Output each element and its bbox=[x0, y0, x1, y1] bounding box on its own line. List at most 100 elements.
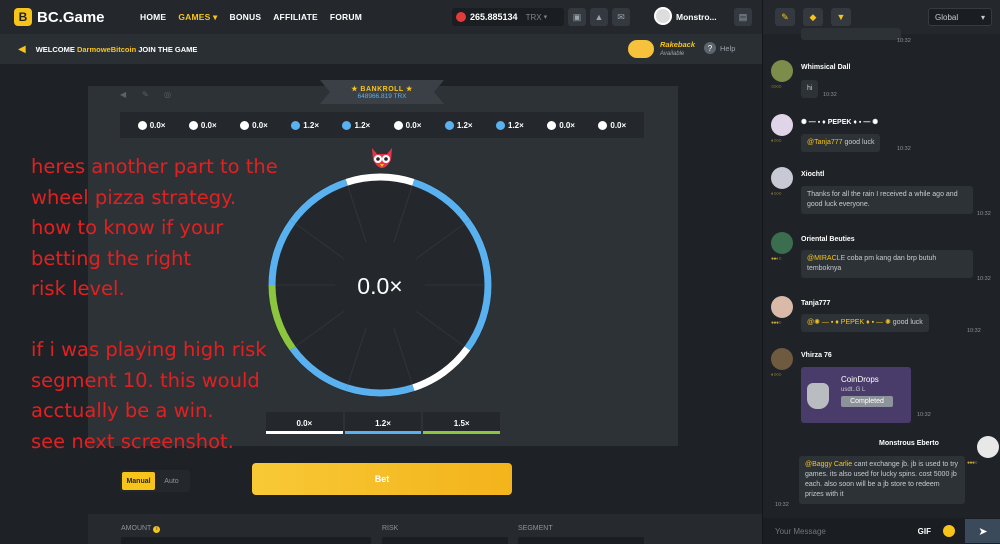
mode-manual-tab[interactable]: Manual bbox=[122, 472, 155, 490]
logo-icon: B bbox=[14, 8, 32, 26]
avatar[interactable] bbox=[977, 436, 999, 458]
message-author[interactable]: Tanja777 bbox=[801, 300, 830, 307]
history-dot-icon bbox=[137, 120, 147, 130]
logo[interactable]: B BC.Game bbox=[14, 8, 126, 26]
message-time: 10:32 bbox=[917, 412, 931, 418]
nav-home[interactable]: HOME bbox=[140, 12, 166, 23]
payout-2: 1.5× bbox=[423, 412, 501, 434]
history-item: 0.0× bbox=[598, 120, 627, 130]
message-author[interactable]: ✺ — ▪ ♦ PEPEK ♦ ▪ — ✺ bbox=[801, 118, 878, 126]
result-history: 0.0× 0.0× 0.0× 1.2× 1.2× 0.0× 1.2× 1.2× 0.0× 0.0× bbox=[120, 112, 644, 138]
vip-badge-icon: ●●●○ bbox=[771, 320, 782, 326]
game-settings-icons: ◀ ✎ ◎ bbox=[120, 90, 174, 100]
rakeback-label[interactable]: Rakeback bbox=[660, 40, 695, 49]
hotkeys-icon[interactable]: ✎ bbox=[142, 90, 152, 100]
message-author[interactable]: Xiochtl bbox=[801, 171, 824, 178]
nav-bonus[interactable]: BONUS bbox=[230, 12, 262, 23]
user-avatar[interactable] bbox=[654, 7, 672, 25]
welcome-username: DarmoweBitcoin bbox=[76, 44, 137, 54]
lock-button[interactable]: ▲ bbox=[590, 8, 608, 26]
history-dot-icon bbox=[291, 120, 301, 130]
history-value: 1.2× bbox=[456, 120, 473, 130]
chat-panel: ✎ ◆ ▼ Global ▾ 10:32 Whimsical Dall ○○○○… bbox=[762, 0, 1000, 544]
message-mention[interactable]: @Baggy Carlie bbox=[805, 461, 852, 468]
history-item: 0.0× bbox=[137, 120, 165, 130]
nav-forum[interactable]: FORUM bbox=[330, 12, 362, 23]
avatar[interactable] bbox=[771, 60, 793, 82]
message-mention[interactable]: @✺ — ▪ ♦ PEPEK ♦ ▪ — ✺ bbox=[807, 319, 891, 326]
vip-badge-icon: ◐○○○ bbox=[771, 138, 782, 144]
segment-label: SEGMENT bbox=[518, 525, 553, 532]
avatar[interactable] bbox=[771, 348, 793, 370]
chat-toggle-button[interactable]: ▤ bbox=[734, 8, 752, 26]
bankroll-value: 648966.819 TRX bbox=[357, 92, 407, 100]
bankroll-banner: ★ BANKROLL ★ 648966.819 TRX bbox=[320, 80, 444, 104]
message-mention[interactable]: @MIRACLE bbox=[807, 255, 845, 262]
nav-games[interactable]: GAMES ▾ bbox=[178, 12, 217, 23]
avatar[interactable] bbox=[771, 296, 793, 318]
gif-button[interactable]: GIF bbox=[918, 527, 931, 536]
history-item: 1.2× bbox=[496, 120, 524, 130]
message-mention[interactable]: @Tanja777 bbox=[807, 139, 843, 146]
message-time: 10:32 bbox=[967, 328, 981, 334]
help-icon[interactable]: ? bbox=[704, 42, 716, 54]
coindrop-status: Completed bbox=[841, 396, 893, 407]
wheel-result-value: 0.0× bbox=[357, 273, 402, 299]
chat-message-input[interactable]: Your Message bbox=[775, 527, 918, 536]
history-dot-icon bbox=[393, 120, 403, 130]
megaphone-icon: ◀ bbox=[18, 43, 26, 55]
nav-affiliate[interactable]: AFFILIATE bbox=[273, 12, 318, 23]
message-author[interactable]: Oriental Beuties bbox=[801, 236, 855, 243]
chat-room-select[interactable]: Global ▾ bbox=[928, 8, 992, 26]
chat-rules-button[interactable]: ✎ bbox=[775, 8, 795, 26]
message-bubble: @Baggy Carlie cant exchange jb. jb is us… bbox=[799, 456, 965, 504]
history-value: 1.2× bbox=[354, 120, 371, 130]
help-link[interactable]: Help bbox=[720, 44, 735, 53]
chat-trophy-button[interactable]: ▼ bbox=[831, 8, 851, 26]
risk-select[interactable] bbox=[382, 537, 508, 544]
vip-badge-icon: ◐○○○ bbox=[771, 372, 782, 378]
mode-auto-tab[interactable]: Auto bbox=[155, 472, 188, 490]
avatar[interactable] bbox=[771, 167, 793, 189]
history-value: 1.2× bbox=[508, 120, 524, 130]
send-button[interactable]: ➤ bbox=[965, 519, 1000, 543]
history-value: 0.0× bbox=[405, 120, 422, 130]
history-value: 0.0× bbox=[610, 120, 627, 130]
coindrop-card[interactable]: CoinDrops usdt..G L Completed bbox=[801, 367, 911, 423]
info-icon[interactable]: i bbox=[153, 526, 161, 533]
main-nav: HOME GAMES ▾ BONUS AFFILIATE FORUM bbox=[140, 12, 362, 23]
history-dot-icon bbox=[188, 120, 198, 130]
history-dot-icon bbox=[342, 120, 352, 130]
history-value: 1.2× bbox=[303, 120, 320, 130]
wallet-button[interactable]: ▣ bbox=[568, 8, 586, 26]
balance-selector[interactable]: 265.885134 TRX ▾ bbox=[452, 8, 564, 26]
sound-icon[interactable]: ◀ bbox=[120, 90, 130, 100]
history-value: 0.0× bbox=[252, 120, 268, 130]
avatar[interactable] bbox=[771, 232, 793, 254]
fairness-icon[interactable]: ◎ bbox=[164, 90, 174, 100]
piggy-bank-icon[interactable] bbox=[628, 40, 654, 58]
message-author[interactable]: Monstrous Eberto bbox=[879, 440, 939, 447]
segment-select[interactable] bbox=[518, 537, 644, 544]
emoji-icon[interactable] bbox=[943, 525, 955, 537]
top-navbar: B BC.Game HOME GAMES ▾ BONUS AFFILIATE F… bbox=[0, 0, 762, 34]
bet-button[interactable]: Bet bbox=[252, 463, 512, 495]
message-author[interactable]: Vhirza 76 bbox=[801, 352, 832, 359]
chevron-down-icon: ▾ bbox=[543, 14, 548, 21]
message-bubble bbox=[801, 28, 901, 40]
logo-text: BC.Game bbox=[37, 8, 105, 26]
owl-pointer-icon bbox=[372, 148, 392, 168]
coin-bag-icon bbox=[807, 383, 829, 409]
bet-mode-toggle: Manual Auto bbox=[120, 470, 190, 492]
username[interactable]: Monstro... bbox=[676, 12, 717, 22]
message-time: 10:32 bbox=[823, 92, 837, 98]
amount-input[interactable] bbox=[121, 537, 371, 544]
message-bubble: Thanks for all the rain I received a whi… bbox=[801, 186, 973, 214]
avatar[interactable] bbox=[771, 114, 793, 136]
payout-1: 1.2× bbox=[344, 412, 422, 434]
annotation-text: heres another part to the wheel pizza st… bbox=[31, 155, 278, 453]
mail-button[interactable]: ✉ bbox=[612, 8, 630, 26]
history-dot-icon bbox=[444, 120, 454, 130]
chat-rain-button[interactable]: ◆ bbox=[803, 8, 823, 26]
message-author[interactable]: Whimsical Dall bbox=[801, 64, 850, 71]
